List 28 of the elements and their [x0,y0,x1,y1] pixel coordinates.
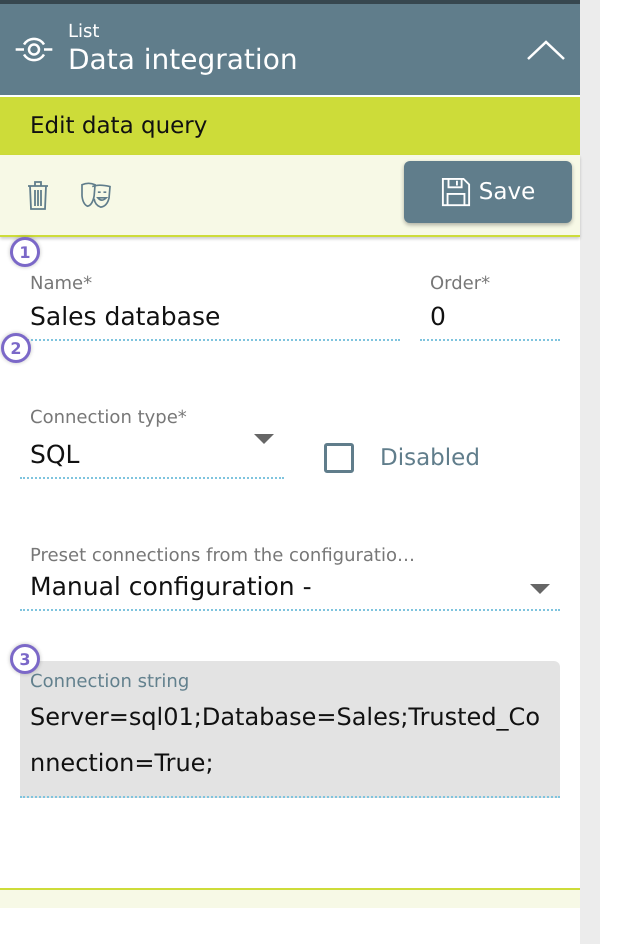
masks-button[interactable] [80,181,112,209]
field-label: Order* [429,273,492,294]
theater-masks-icon [80,181,112,209]
dropdown-arrow-icon [530,584,550,594]
field-label: Connection type* [29,407,188,428]
save-button[interactable]: Save [404,161,572,223]
eye-icon [14,36,54,63]
header-title: Data integration [68,42,299,78]
step-badge: 3 [10,644,40,674]
caret-icon [526,38,566,60]
field-label: Connection string [30,671,190,692]
order-field[interactable]: 0 [420,298,560,341]
trash-icon [26,179,50,211]
preset-connections-dropdown[interactable]: Manual configuration - [20,570,560,611]
connection-type-dropdown[interactable]: SQL [20,432,284,479]
section-title: Edit data query [30,113,208,139]
field-label: Name* [29,273,94,294]
field-value: Server=sql01;Database=Sales;Trusted_Connection=True; [30,702,541,779]
step-badge: 2 [1,333,31,363]
checkbox[interactable] [324,443,354,473]
name-field[interactable]: Sales database [20,298,400,341]
step-badge: 1 [10,237,40,267]
collapse-button[interactable] [526,38,566,60]
delete-button[interactable] [26,179,50,211]
field-label: Preset connections from the configuratio… [29,545,416,566]
dropdown-arrow-icon [254,434,274,444]
header-subtitle: List [68,22,100,42]
checkbox-label: Disabled [380,445,480,471]
